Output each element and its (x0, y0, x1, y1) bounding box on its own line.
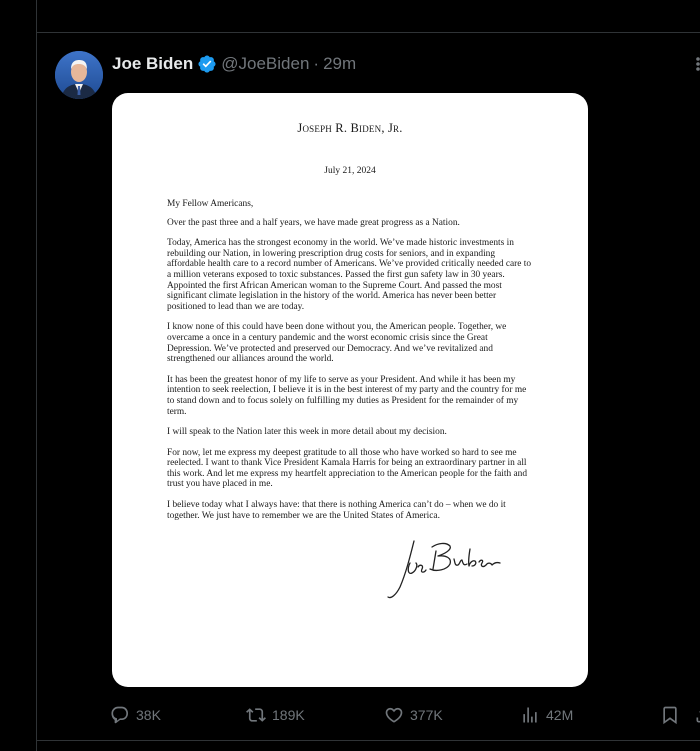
repost-icon (246, 708, 266, 722)
letter-paragraph: It has been the greatest honor of my lif… (167, 374, 527, 417)
display-name[interactable]: Joe Biden (112, 54, 193, 74)
letter-paragraph: For now, let me express my deepest grati… (167, 447, 528, 490)
letter-paragraph: I know none of this could have been done… (167, 322, 507, 365)
separator-dot: · (313, 54, 320, 73)
timestamp[interactable]: 29m (323, 54, 356, 74)
views-chart-icon (523, 707, 537, 723)
tweet-actions: 38K 189K 377K 42M (110, 703, 700, 727)
views-button[interactable]: 42M (520, 703, 573, 727)
letter-paragraph: Over the past three and a half years, we… (167, 217, 460, 228)
letter-paragraph: I will speak to the Nation later this we… (167, 427, 447, 438)
share-button[interactable] (694, 703, 700, 727)
avatar-portrait-icon (55, 51, 103, 99)
letter-salutation: My Fellow Americans, (167, 199, 254, 209)
tweet-image[interactable]: Joseph R. Biden, Jr. July 21, 2024 My Fe… (112, 93, 588, 687)
reply-icon (111, 706, 129, 724)
bottom-divider (36, 740, 700, 741)
tweet-header: Joe Biden @JoeBiden · 29m (112, 52, 356, 76)
like-button[interactable]: 377K (384, 703, 443, 727)
avatar[interactable] (55, 51, 103, 99)
bookmark-button[interactable] (660, 703, 686, 727)
reply-count: 38K (136, 707, 161, 723)
repost-button[interactable]: 189K (246, 703, 305, 727)
letter-paragraph: Today, America has the strongest economy… (167, 238, 532, 312)
repost-count: 189K (272, 707, 305, 723)
handwritten-signature (387, 540, 501, 599)
bookmark-icon (663, 706, 677, 725)
letter-body: My Fellow Americans, Over the past three… (167, 199, 533, 531)
share-icon (696, 711, 700, 723)
letterhead: Joseph R. Biden, Jr. (297, 121, 403, 135)
handle[interactable]: @JoeBiden (221, 54, 309, 74)
top-divider (36, 32, 700, 33)
verified-badge-icon[interactable] (197, 54, 217, 74)
heart-icon (385, 707, 403, 723)
reply-button[interactable]: 38K (110, 703, 161, 727)
letter-paragraph: I believe today what I always have: that… (167, 500, 506, 521)
more-options-icon[interactable] (690, 56, 700, 72)
left-divider (36, 0, 37, 751)
letter-date: July 21, 2024 (324, 166, 376, 176)
views-count: 42M (546, 707, 574, 723)
like-count: 377K (410, 707, 443, 723)
